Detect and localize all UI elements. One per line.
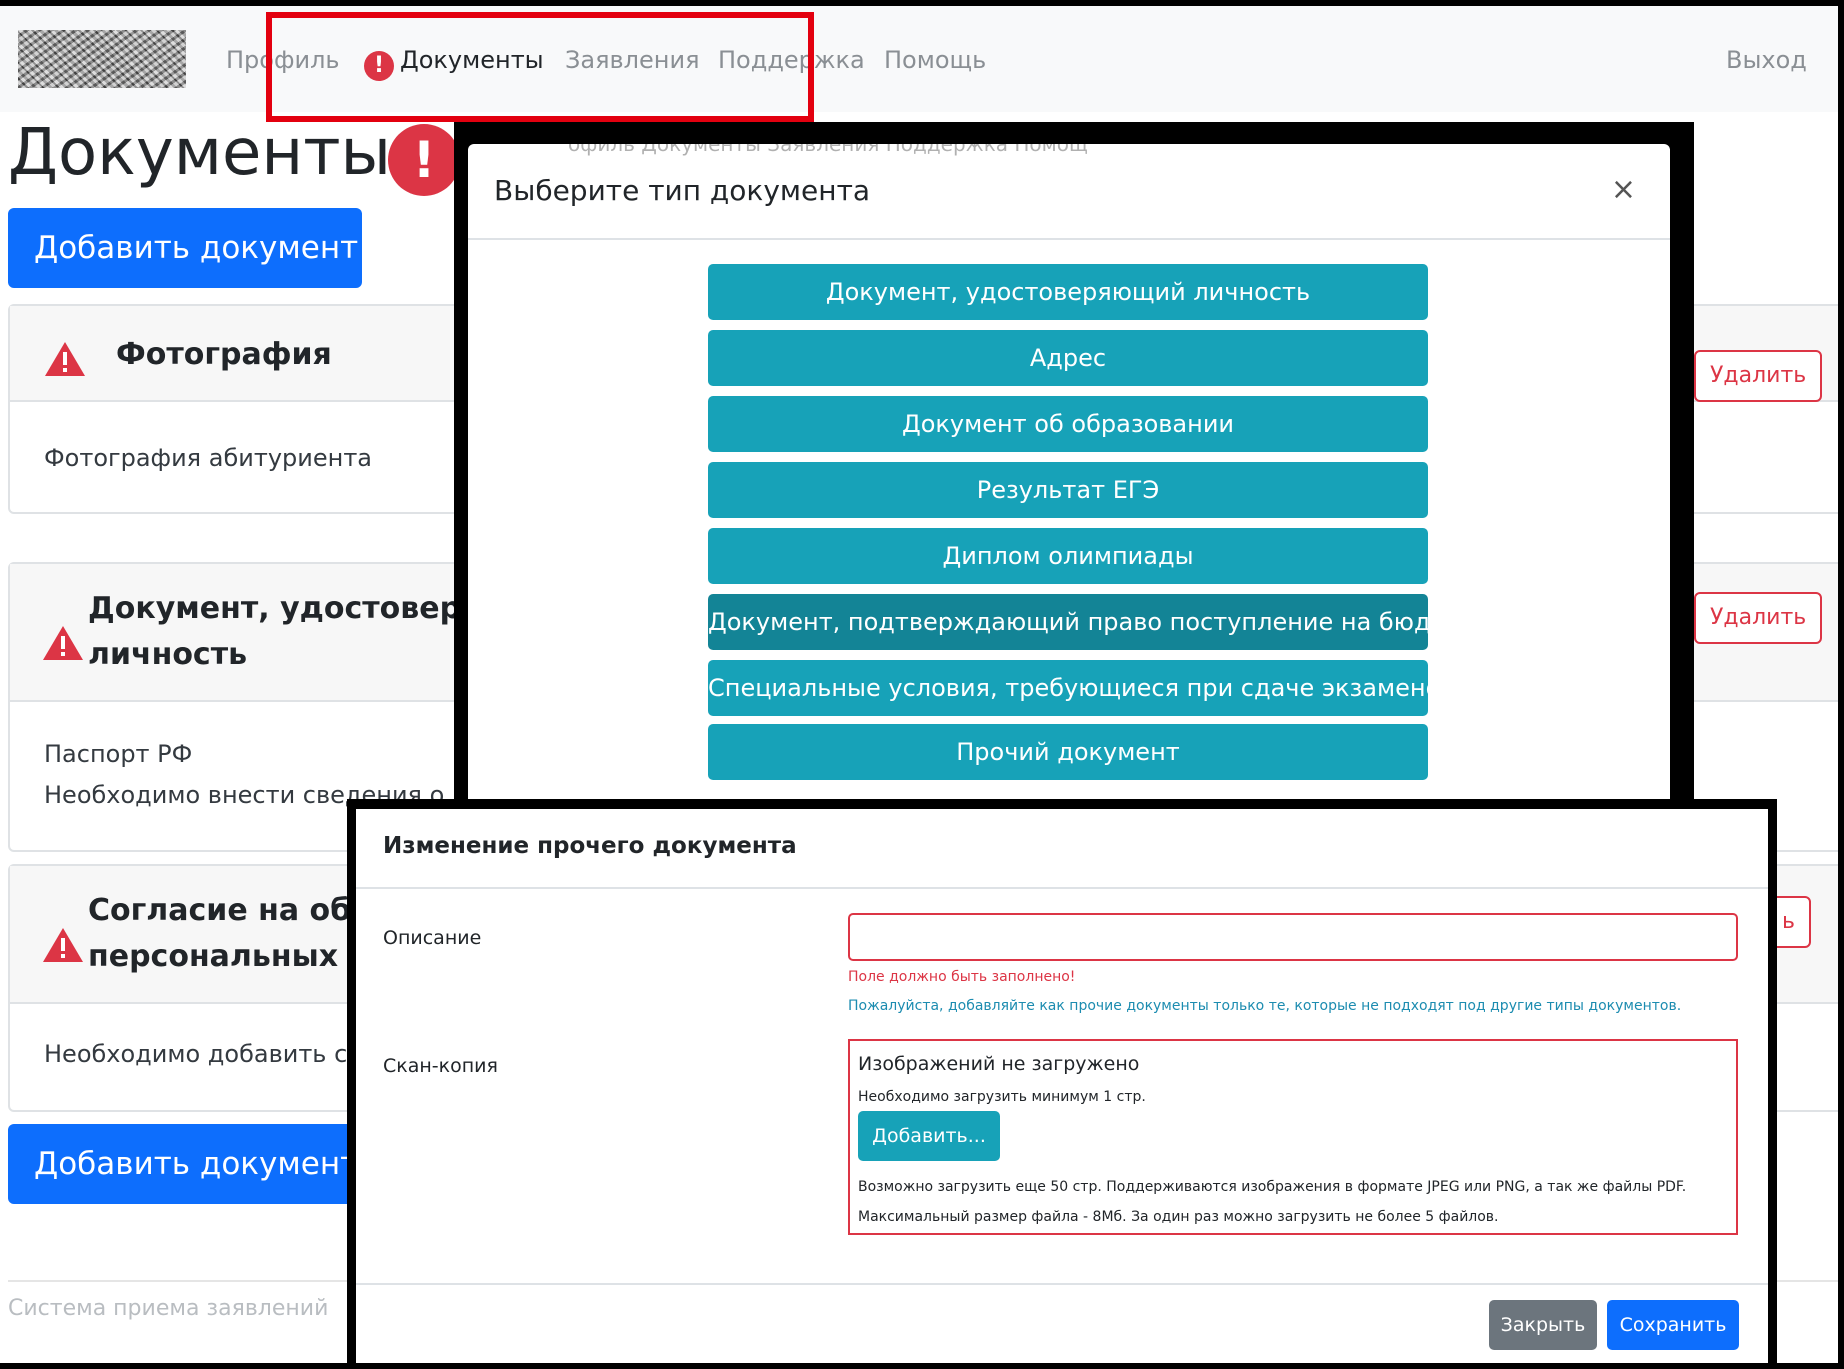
- add-file-button[interactable]: Добавить...: [858, 1111, 1000, 1161]
- document-type-modal: офиль Документы Заявления Поддержка Помо…: [468, 144, 1670, 824]
- doc-type-identity-button[interactable]: Документ, удостоверяющий личность: [708, 264, 1428, 320]
- modal-header: Выберите тип документа ×: [468, 144, 1670, 240]
- screenshot-stage: Профиль ! Документы Заявления Поддержка П…: [0, 0, 1844, 1369]
- doc-type-education-button[interactable]: Документ об образовании: [708, 396, 1428, 452]
- close-icon[interactable]: ×: [1611, 172, 1636, 207]
- close-button[interactable]: Закрыть: [1489, 1300, 1597, 1350]
- delete-button[interactable]: Удалить: [1694, 350, 1823, 402]
- nav-help[interactable]: Помощь: [884, 46, 986, 74]
- modal-title: Выберите тип документа: [494, 174, 871, 207]
- nav-logout[interactable]: Выход: [1726, 46, 1807, 74]
- upload-info-line: Возможно загрузить еще 50 стр. Поддержив…: [858, 1179, 1687, 1195]
- upload-status: Изображений не загружено: [858, 1053, 1140, 1075]
- upload-min-pages: Необходимо загрузить минимум 1 стр.: [858, 1089, 1146, 1105]
- scan-label: Скан-копия: [383, 1055, 498, 1077]
- card-body-text: Необходимо добавить ск: [44, 1040, 362, 1068]
- warning-icon: [43, 928, 83, 962]
- scan-upload-box: Изображений не загружено Необходимо загр…: [848, 1039, 1738, 1235]
- modal-header: Изменение прочего документа: [356, 809, 1768, 889]
- page-title: Документы: [8, 116, 391, 190]
- description-error: Поле должно быть заполнено!: [848, 969, 1076, 985]
- doc-type-address-button[interactable]: Адрес: [708, 330, 1428, 386]
- edit-other-document-modal: Изменение прочего документа Описание Пол…: [356, 809, 1768, 1363]
- doc-type-olympiad-button[interactable]: Диплом олимпиады: [708, 528, 1428, 584]
- card-body-text: Фотография абитуриента: [44, 444, 373, 472]
- doc-type-ege-button[interactable]: Результат ЕГЭ: [708, 462, 1428, 518]
- save-button[interactable]: Сохранить: [1607, 1300, 1739, 1350]
- doc-type-special-conditions-button[interactable]: Специальные условия, требующиеся при сда…: [708, 660, 1454, 716]
- warning-icon: [45, 342, 85, 376]
- delete-button[interactable]: Удалить: [1694, 592, 1823, 644]
- upload-info-line: Максимальный размер файла - 8Мб. За один…: [858, 1209, 1499, 1225]
- doc-type-budget-right-button[interactable]: Документ, подтверждающий право поступлен…: [708, 594, 1481, 650]
- add-document-button[interactable]: Добавить документ: [8, 208, 362, 288]
- modal-title: Изменение прочего документа: [383, 833, 797, 859]
- card-title-line1: Документ, удостоверяю: [88, 591, 510, 626]
- annotation-highlight-frame: [266, 12, 814, 122]
- card-title: Фотография: [116, 337, 332, 372]
- footer-text: Система приема заявлений: [8, 1296, 329, 1321]
- warning-icon: [43, 626, 83, 660]
- description-input[interactable]: [848, 913, 1738, 961]
- add-document-button-bottom[interactable]: Добавить документ: [8, 1124, 362, 1204]
- alert-icon: !: [388, 124, 460, 196]
- description-label: Описание: [383, 927, 482, 949]
- modal-footer-divider: [356, 1283, 1768, 1285]
- logo[interactable]: [18, 30, 186, 88]
- doc-type-other-button[interactable]: Прочий документ: [708, 724, 1428, 780]
- description-hint: Пожалуйста, добавляйте как прочие докуме…: [848, 998, 1682, 1014]
- card-body-text: Паспорт РФ: [44, 740, 193, 768]
- card-title-line2: личность: [88, 637, 248, 672]
